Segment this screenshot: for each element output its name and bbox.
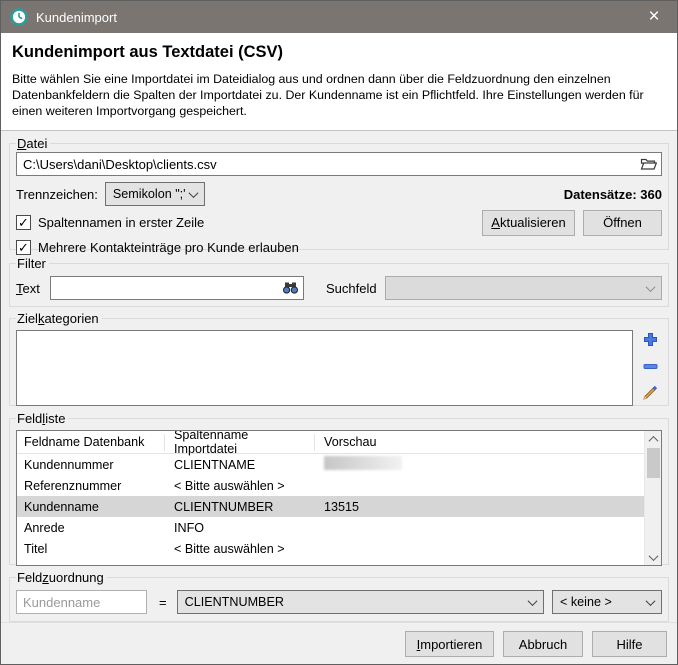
- column-header[interactable]: Vorschau: [315, 434, 644, 451]
- chevron-down-icon: [648, 551, 658, 561]
- checkbox-mehrere-kontakte-label: Mehrere Kontakteinträge pro Kunde erlaub…: [38, 240, 299, 255]
- table-cell: CLIENTNUMBER: [165, 500, 315, 514]
- checkbox-spaltennamen[interactable]: ✓: [16, 215, 31, 230]
- close-icon: ×: [648, 6, 659, 28]
- dialog-content: Datei Trennzeichen: Semikolon ";' Datens…: [1, 131, 677, 622]
- group-datei-legend: Datei: [16, 136, 50, 151]
- pencil-edit-icon: [642, 385, 658, 401]
- table-cell: 13515: [315, 500, 644, 514]
- group-filter: Filter Text Suchfeld: [9, 256, 669, 307]
- dialog-footer: Importieren Abbruch Hilfe: [1, 622, 677, 665]
- abbruch-button[interactable]: Abbruch: [503, 631, 583, 657]
- redacted-preview: [324, 456, 402, 470]
- group-feldliste: Feldliste Feldname Datenbank Spaltenname…: [9, 411, 669, 565]
- table-cell: [315, 456, 644, 473]
- open-folder-icon[interactable]: [640, 156, 657, 171]
- group-datei: Datei Trennzeichen: Semikolon ";' Datens…: [9, 136, 669, 250]
- scrollbar-thumb[interactable]: [647, 448, 660, 478]
- datensaetze-count: Datensätze: 360: [564, 187, 662, 202]
- table-row[interactable]: KundennameCLIENTNUMBER13515: [17, 496, 644, 517]
- scroll-up-button[interactable]: [645, 431, 662, 447]
- chevron-down-icon: [188, 188, 198, 198]
- page-title: Kundenimport aus Textdatei (CSV): [12, 43, 666, 62]
- remove-category-button[interactable]: [641, 357, 659, 375]
- filter-text-input[interactable]: [50, 276, 304, 300]
- trennzeichen-select[interactable]: Semikolon ";': [105, 182, 205, 206]
- group-zielkategorien: Zielkategorien: [9, 311, 669, 406]
- checkbox-spaltennamen-label: Spaltennamen in erster Zeile: [38, 215, 204, 230]
- chevron-down-icon: [646, 282, 656, 292]
- table-row[interactable]: Referenznummer< Bitte auswählen >: [17, 475, 644, 496]
- zielkategorien-listbox[interactable]: [16, 330, 633, 406]
- importieren-button[interactable]: Importieren: [405, 631, 494, 657]
- scroll-down-button[interactable]: [645, 549, 662, 565]
- minus-icon: [643, 363, 658, 370]
- group-filter-legend: Filter: [16, 256, 49, 271]
- table-cell: Titel: [17, 542, 165, 556]
- group-feldliste-legend: Feldliste: [16, 411, 68, 426]
- table-cell: Anrede: [17, 521, 165, 535]
- table-row[interactable]: AnredeINFO: [17, 517, 644, 538]
- table-cell: INFO: [165, 521, 315, 535]
- table-cell: Referenznummer: [17, 479, 165, 493]
- kundenimport-dialog: Kundenimport × Kundenimport aus Textdate…: [0, 0, 678, 665]
- window-title: Kundenimport: [36, 10, 117, 25]
- chevron-down-icon: [646, 596, 656, 606]
- close-button[interactable]: ×: [631, 1, 677, 33]
- chevron-down-icon: [528, 596, 538, 606]
- group-zielkategorien-legend: Zielkategorien: [16, 311, 102, 326]
- page-description: Bitte wählen Sie eine Importdatei im Dat…: [12, 71, 666, 119]
- table-cell: CLIENTNAME: [165, 458, 315, 472]
- trennzeichen-value: Semikolon ";': [113, 187, 186, 201]
- equals-sign: =: [159, 595, 167, 610]
- aktualisieren-button[interactable]: Aktualisieren: [482, 210, 575, 236]
- kategorie-select[interactable]: < keine >: [552, 590, 662, 614]
- table-cell: Vorname: [17, 563, 165, 566]
- table-row[interactable]: KundennummerCLIENTNAME: [17, 454, 644, 475]
- binoculars-search-icon[interactable]: [282, 280, 299, 295]
- table-header-row: Feldname Datenbank Spaltenname Importdat…: [17, 431, 644, 454]
- app-clock-icon: [10, 8, 28, 26]
- filter-text-wrap: [50, 276, 304, 300]
- table-cell: USERDEFINED1: [165, 563, 315, 566]
- filter-text-label: Text: [16, 281, 50, 296]
- spalten-value: CLIENTNUMBER: [185, 595, 284, 609]
- feldname-field: [16, 590, 147, 614]
- table-cell: Kundenname: [17, 500, 165, 514]
- checkbox-mehrere-kontakte[interactable]: ✓: [16, 240, 31, 255]
- plus-icon: [643, 332, 658, 347]
- add-category-button[interactable]: [641, 330, 659, 348]
- check-icon: ✓: [18, 241, 29, 254]
- trennzeichen-label: Trennzeichen:: [16, 187, 98, 202]
- hilfe-button[interactable]: Hilfe: [592, 631, 667, 657]
- suchfeld-label: Suchfeld: [326, 281, 377, 296]
- table-cell: < Bitte auswählen >: [165, 479, 315, 493]
- edit-filter-button[interactable]: [641, 384, 659, 402]
- kategorie-value: < keine >: [560, 595, 612, 609]
- group-feldzuordnung-legend: Feldzuordnung: [16, 570, 107, 585]
- table-cell: Kundennummer: [17, 458, 165, 472]
- vertical-scrollbar[interactable]: [644, 431, 661, 565]
- feldliste-table: Feldname Datenbank Spaltenname Importdat…: [16, 430, 662, 566]
- title-bar[interactable]: Kundenimport ×: [1, 1, 677, 33]
- feldliste-body: KundennummerCLIENTNAMEReferenznummer< Bi…: [17, 454, 644, 565]
- dialog-header: Kundenimport aus Textdatei (CSV) Bitte w…: [1, 33, 677, 131]
- spalten-select[interactable]: CLIENTNUMBER: [177, 590, 544, 614]
- table-row[interactable]: VornameUSERDEFINED1: [17, 559, 644, 565]
- column-header[interactable]: Spaltenname Importdatei: [165, 434, 315, 451]
- oeffnen-button[interactable]: Öffnen: [583, 210, 662, 236]
- table-cell: < Bitte auswählen >: [165, 542, 315, 556]
- suchfeld-select: [385, 276, 662, 300]
- file-path-input[interactable]: [16, 152, 662, 176]
- file-path-wrap: [16, 152, 662, 176]
- column-header[interactable]: Feldname Datenbank: [17, 434, 165, 451]
- group-feldzuordnung: Feldzuordnung = CLIENTNUMBER < keine >: [9, 570, 669, 622]
- chevron-up-icon: [648, 436, 658, 446]
- check-icon: ✓: [18, 216, 29, 229]
- table-row[interactable]: Titel< Bitte auswählen >: [17, 538, 644, 559]
